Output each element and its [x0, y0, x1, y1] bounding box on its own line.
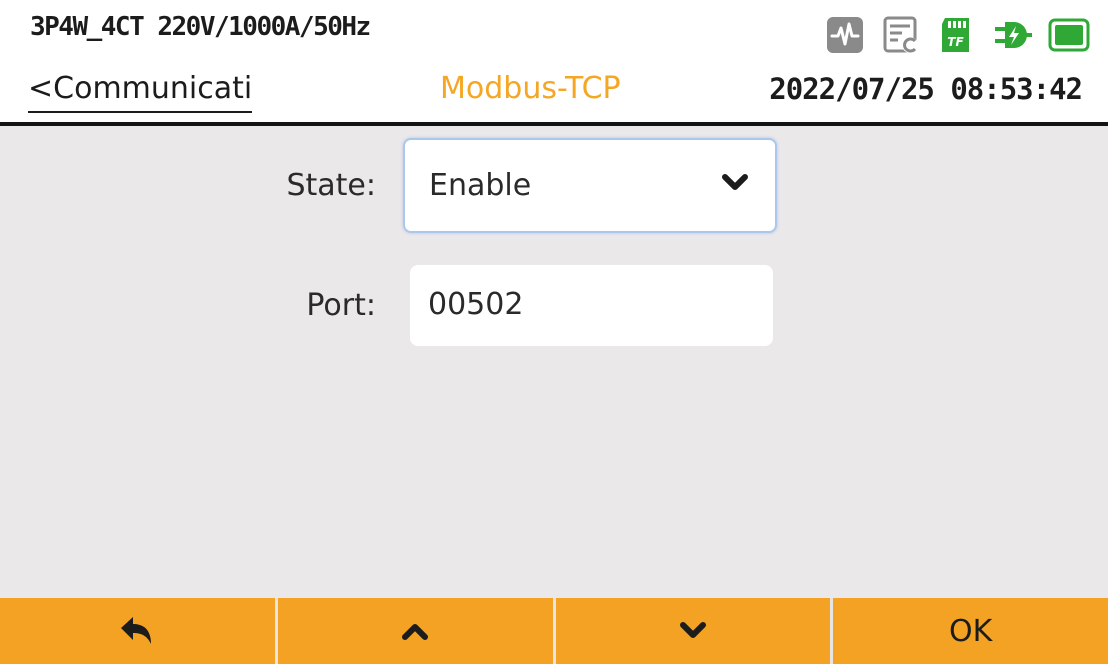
chevron-up-icon — [402, 624, 429, 640]
back-button[interactable] — [0, 598, 278, 664]
report-icon — [883, 16, 918, 53]
page-title: Modbus-TCP — [440, 71, 621, 106]
chevron-down-icon — [722, 174, 748, 190]
port-input[interactable]: 00502 — [410, 265, 773, 346]
back-link-communication[interactable]: <Communicati — [28, 70, 253, 113]
tf-card-text: TF — [947, 35, 964, 49]
port-label: Port: — [306, 288, 376, 323]
header-bar: 3P4W_4CT 220V/1000A/50Hz TF <Communicati… — [0, 0, 1108, 122]
port-value: 00502 — [428, 287, 524, 322]
down-button[interactable] — [556, 598, 834, 664]
ok-label: OK — [948, 613, 993, 649]
ok-button[interactable]: OK — [833, 598, 1108, 664]
waveform-icon — [827, 17, 863, 53]
tf-card-icon: TF — [942, 18, 969, 52]
modbus-tcp-screen: 3P4W_4CT 220V/1000A/50Hz TF <Communicati… — [0, 0, 1108, 664]
status-icons: TF — [824, 14, 1090, 56]
power-plug-icon — [995, 22, 1032, 48]
wiring-config-label: 3P4W_4CT 220V/1000A/50Hz — [30, 12, 371, 42]
back-arrow-icon — [121, 617, 152, 644]
state-label: State: — [286, 168, 376, 203]
state-value: Enable — [429, 168, 532, 203]
battery-icon — [1048, 18, 1090, 52]
up-button[interactable] — [278, 598, 556, 664]
softkey-bar: OK — [0, 598, 1108, 664]
chevron-down-icon — [679, 622, 706, 638]
state-select[interactable]: Enable — [403, 138, 777, 233]
header-divider — [0, 122, 1108, 126]
datetime-display: 2022/07/25 08:53:42 — [769, 72, 1083, 106]
